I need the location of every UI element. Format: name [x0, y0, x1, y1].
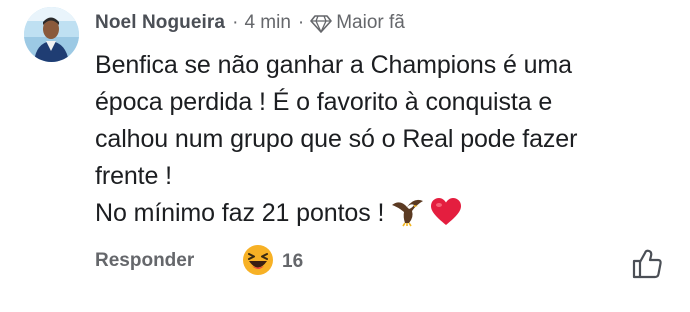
like-button[interactable]: [631, 248, 663, 280]
comment-header: Noel Nogueira · 4 min · Maior fã: [95, 9, 405, 37]
comment-actions: Responder: [95, 245, 194, 277]
author-avatar[interactable]: [24, 7, 79, 62]
eagle-icon: [390, 195, 424, 238]
thumbs-up-icon: [632, 249, 662, 279]
separator-dot: ·: [232, 12, 239, 33]
diamond-icon: [310, 14, 333, 34]
comment-time[interactable]: 4 min: [244, 12, 290, 34]
message-line: frente !: [95, 162, 173, 190]
reply-button[interactable]: Responder: [95, 250, 194, 272]
message-line: No mínimo faz 21 pontos !: [95, 199, 385, 227]
separator-dot: ·: [297, 12, 305, 33]
red-heart-icon: [430, 197, 462, 238]
message-line-last: No mínimo faz 21 pontos !: [95, 195, 675, 238]
message-line: calhou num grupo que só o Real pode faze…: [95, 125, 578, 153]
reaction-summary[interactable]: 16: [242, 244, 304, 281]
reaction-count: 16: [282, 251, 304, 272]
laughing-emoji-icon: [242, 244, 274, 281]
message-line: Benfica se não ganhar a Champions é uma: [95, 51, 572, 79]
comment-message: Benfica se não ganhar a Champions é uma …: [95, 47, 675, 238]
top-fan-badge: Maior fã: [336, 12, 405, 33]
author-name[interactable]: Noel Nogueira: [95, 12, 225, 34]
message-line: época perdida ! É o favorito à conquista…: [95, 88, 553, 116]
